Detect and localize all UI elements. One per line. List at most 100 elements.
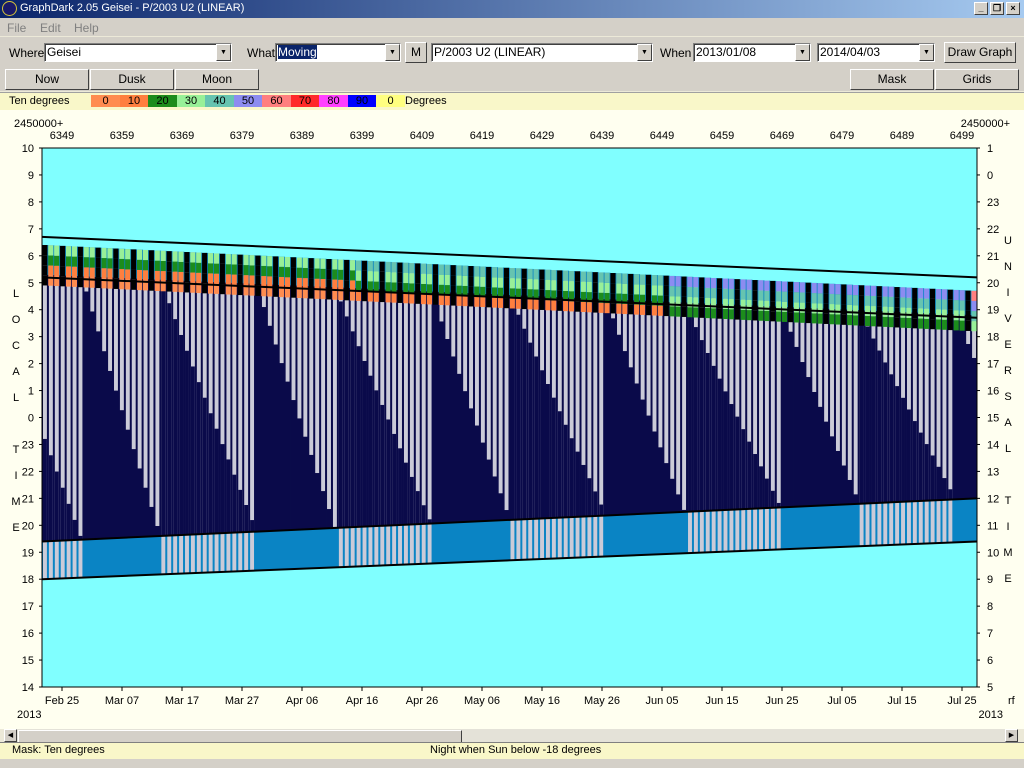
twilight-bar xyxy=(663,512,670,554)
altitude-bar xyxy=(231,274,237,285)
mask-button[interactable]: Mask xyxy=(850,69,934,90)
altitude-bar xyxy=(965,300,971,311)
night-bar xyxy=(918,432,923,501)
what-label: What xyxy=(247,46,276,60)
dusk-button[interactable]: Dusk xyxy=(90,69,174,90)
altitude-bar xyxy=(592,272,598,283)
what-select[interactable]: Moving ▼ xyxy=(275,43,401,62)
restore-button[interactable]: ❐ xyxy=(990,2,1004,15)
altitude-bar xyxy=(622,303,628,315)
altitude-bar xyxy=(876,306,882,317)
date-start-select[interactable]: 2013/01/08 ▼ xyxy=(693,43,811,62)
altitude-bar xyxy=(918,308,924,319)
night-bar xyxy=(510,300,515,520)
menu-file[interactable]: File xyxy=(7,21,26,35)
altitude-bar xyxy=(60,256,66,267)
altitude-bar xyxy=(432,274,438,285)
altitude-bar xyxy=(119,269,125,280)
altitude-bar xyxy=(782,311,788,322)
altitude-bar xyxy=(89,257,95,268)
altitude-bar xyxy=(207,253,214,264)
altitude-bar xyxy=(462,265,468,276)
altitude-bar xyxy=(521,278,527,289)
altitude-bar xyxy=(870,295,876,307)
where-select[interactable]: Geisei ▼ xyxy=(44,43,232,62)
menu-edit[interactable]: Edit xyxy=(40,21,61,35)
altitude-bar xyxy=(131,249,137,260)
altitude-bar xyxy=(864,305,870,316)
altitude-bar xyxy=(107,268,113,279)
moonlight-bar xyxy=(492,294,497,477)
legend-swatch: 70 xyxy=(290,95,320,107)
night-bar xyxy=(179,334,184,536)
twilight-bar xyxy=(485,520,493,562)
jd-tick-label: 6379 xyxy=(230,130,254,142)
chevron-down-icon[interactable]: ▼ xyxy=(795,44,810,61)
altitude-bar xyxy=(533,269,539,280)
altitude-bar xyxy=(616,283,622,294)
m-button[interactable]: M xyxy=(405,42,427,63)
altitude-bar xyxy=(450,285,456,296)
altitude-bar xyxy=(444,274,450,286)
twilight-bar xyxy=(497,520,504,561)
altitude-bar xyxy=(344,280,350,291)
moonlight-bar xyxy=(321,286,326,492)
twilight-bar xyxy=(136,537,144,576)
altitude-bar xyxy=(497,277,504,288)
night-bar xyxy=(924,444,929,501)
night-bar xyxy=(438,291,445,524)
night-bar xyxy=(764,478,769,508)
jd-tick-label: 6479 xyxy=(830,130,854,142)
altitude-bar xyxy=(432,284,438,295)
night-bar xyxy=(48,455,53,542)
visibility-chart: 2450000+ 2450000+6349 6359 6369 6379 6389 6399… xyxy=(11,118,1015,721)
object-select[interactable]: P/2003 U2 (LINEAR) ▼ xyxy=(431,43,653,62)
night-bar xyxy=(581,464,586,517)
night-bar xyxy=(238,489,243,533)
chevron-down-icon[interactable]: ▼ xyxy=(385,44,400,61)
night-bar xyxy=(167,303,172,536)
close-button[interactable]: × xyxy=(1006,2,1020,15)
menu-help[interactable]: Help xyxy=(74,21,99,35)
what-value: Moving xyxy=(278,45,317,59)
altitude-bar xyxy=(154,260,160,271)
altitude-bar xyxy=(438,274,444,285)
altitude-bar xyxy=(841,304,847,315)
chevron-down-icon[interactable]: ▼ xyxy=(216,44,231,61)
altitude-bar xyxy=(669,286,675,297)
altitude-bar xyxy=(793,312,799,323)
date-tick-label: Apr 16 xyxy=(346,695,378,707)
altitude-bar xyxy=(900,287,906,298)
altitude-bar xyxy=(888,306,894,318)
altitude-bar xyxy=(503,277,509,288)
twilight-bar xyxy=(657,512,664,555)
night-bar xyxy=(386,419,391,526)
moon-button[interactable]: Moon xyxy=(175,69,259,90)
grids-button[interactable]: Grids xyxy=(935,69,1019,90)
twilight-bar xyxy=(793,506,800,549)
altitude-bar xyxy=(77,246,83,257)
altitude-bar xyxy=(178,261,184,272)
altitude-bar xyxy=(888,286,894,297)
minimize-button[interactable]: _ xyxy=(974,2,988,15)
altitude-bar xyxy=(894,307,900,318)
altitude-bar xyxy=(835,294,841,305)
date-end-select[interactable]: 2014/04/03 ▼ xyxy=(817,43,935,62)
altitude-bar xyxy=(243,254,249,266)
altitude-bar xyxy=(361,280,367,292)
altitude-bar xyxy=(225,264,231,275)
altitude-bar xyxy=(752,280,758,291)
altitude-bar xyxy=(320,258,326,269)
altitude-bar xyxy=(894,287,900,298)
draw-graph-button[interactable]: Draw Graph xyxy=(944,42,1016,63)
altitude-bar xyxy=(705,277,711,288)
altitude-bar xyxy=(669,306,675,317)
night-bar xyxy=(575,451,580,517)
scroll-right-icon[interactable]: ▶ xyxy=(1005,729,1018,742)
chevron-down-icon[interactable]: ▼ xyxy=(637,44,652,61)
twilight-bar xyxy=(272,530,280,570)
chevron-down-icon[interactable]: ▼ xyxy=(919,44,934,61)
now-button[interactable]: Now xyxy=(5,69,89,90)
scroll-left-icon[interactable]: ◀ xyxy=(4,729,17,742)
altitude-bar xyxy=(758,290,764,301)
